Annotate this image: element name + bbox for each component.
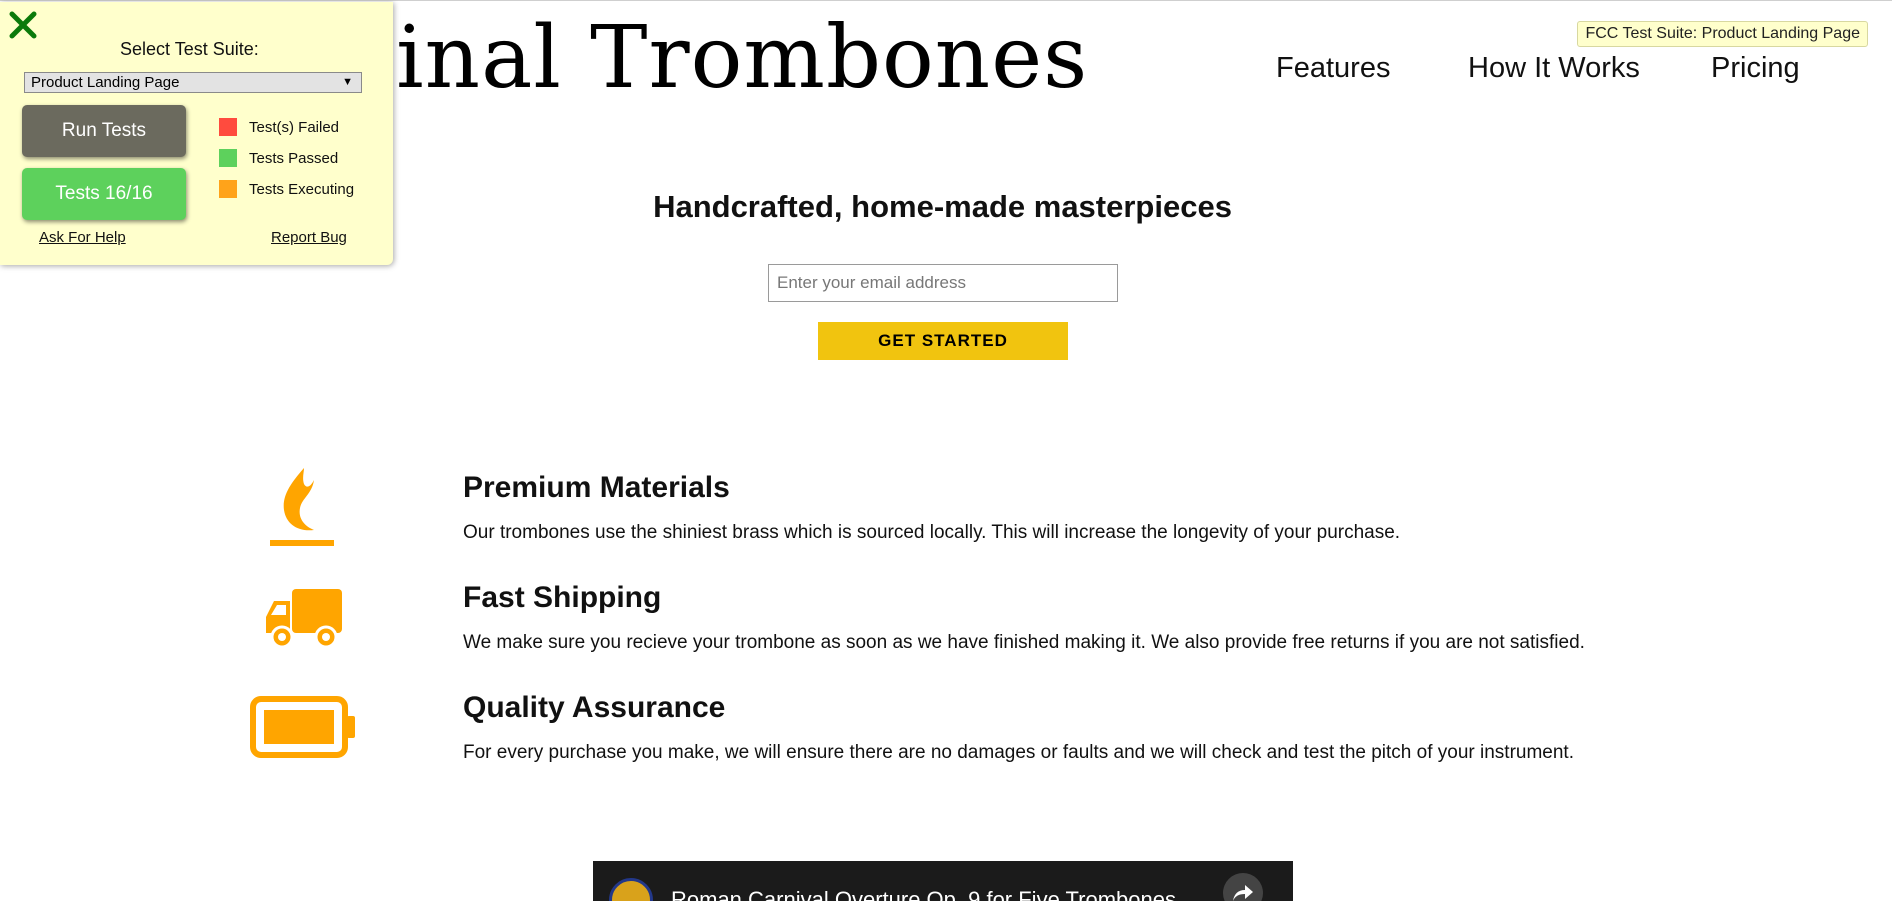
feature-title: Quality Assurance <box>463 691 726 724</box>
suite-selected-value: Product Landing Page <box>31 74 180 91</box>
nav-link-features[interactable]: Features <box>1276 52 1468 85</box>
legend-label: Test(s) Failed <box>249 118 340 136</box>
report-bug-link[interactable]: Report Bug <box>271 229 347 246</box>
tests-result-button[interactable]: Tests 16/16 <box>22 168 186 220</box>
dropdown-caret-icon: ▼ <box>342 76 353 88</box>
suite-label: Select Test Suite: <box>120 39 259 59</box>
share-button[interactable] <box>1223 873 1263 901</box>
main-nav: Features How It Works Pricing <box>1276 52 1821 85</box>
video-player[interactable]: Roman Carnival Overture Op. 9 for Five T… <box>593 861 1293 901</box>
feature-description: For every purchase you make, we will ens… <box>463 742 1574 763</box>
ask-for-help-link[interactable]: Ask For Help <box>39 229 126 246</box>
feature-description: Our trombones use the shiniest brass whi… <box>463 522 1401 543</box>
legend-executing: Tests Executing <box>219 180 354 198</box>
feature-title: Fast Shipping <box>463 581 662 614</box>
share-icon <box>1233 885 1253 901</box>
executing-swatch <box>219 180 237 198</box>
run-tests-button[interactable]: Run Tests <box>22 105 186 157</box>
fire-icon <box>270 468 334 546</box>
email-input[interactable] <box>768 264 1118 302</box>
fcc-test-panel: Select Test Suite: Product Landing Page … <box>0 2 393 265</box>
video-title[interactable]: Roman Carnival Overture Op. 9 for Five T… <box>671 887 1176 901</box>
fcc-tooltip: FCC Test Suite: Product Landing Page <box>1577 21 1868 47</box>
legend-failed: Test(s) Failed <box>219 118 339 136</box>
legend-label: Tests Passed <box>249 149 339 167</box>
legend-passed: Tests Passed <box>219 149 338 167</box>
nav-link-how-it-works[interactable]: How It Works <box>1468 52 1711 85</box>
truck-icon <box>266 589 342 649</box>
close-icon[interactable] <box>8 10 38 40</box>
legend-label: Tests Executing <box>249 180 355 198</box>
channel-avatar[interactable] <box>609 878 653 901</box>
get-started-button[interactable]: GET STARTED <box>818 322 1068 360</box>
test-suite-select[interactable]: Product Landing Page ▼ <box>24 72 362 93</box>
failed-swatch <box>219 118 237 136</box>
battery-icon <box>250 696 355 758</box>
nav-link-pricing[interactable]: Pricing <box>1711 52 1821 85</box>
feature-title: Premium Materials <box>463 471 730 504</box>
passed-swatch <box>219 149 237 167</box>
feature-description: We make sure you recieve your trombone a… <box>463 632 1585 653</box>
